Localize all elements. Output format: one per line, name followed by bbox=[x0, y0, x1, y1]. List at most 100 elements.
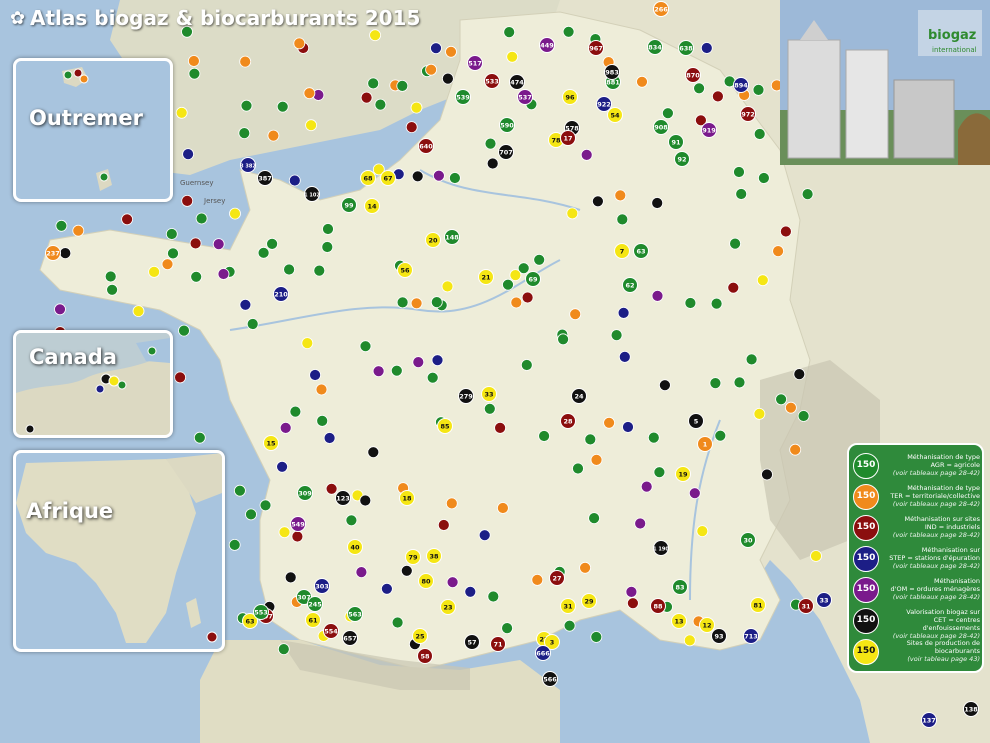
site-marker-bio[interactable]: 15 bbox=[263, 435, 279, 451]
inset-canada[interactable]: Canada bbox=[13, 330, 173, 438]
site-dot-ind[interactable] bbox=[521, 291, 534, 304]
site-dot-agr[interactable] bbox=[289, 405, 302, 418]
site-marker-cet[interactable]: 566 bbox=[542, 671, 558, 687]
site-dot-agr[interactable] bbox=[693, 82, 705, 95]
site-dot-agr[interactable] bbox=[283, 263, 296, 276]
site-dot-bio[interactable] bbox=[756, 274, 769, 287]
site-marker-step[interactable]: 922 bbox=[596, 96, 612, 112]
site-dot-agr[interactable] bbox=[277, 643, 290, 655]
site-marker-om[interactable]: 549 bbox=[290, 516, 306, 532]
site-marker-bio[interactable]: 38 bbox=[426, 548, 442, 564]
site-marker-bio[interactable]: 23 bbox=[440, 599, 456, 615]
site-marker-step[interactable]: 894 bbox=[733, 77, 749, 93]
site-marker-ind[interactable]: 31 bbox=[798, 598, 814, 614]
site-marker-agr[interactable]: 99 bbox=[341, 197, 357, 213]
site-dot-agr[interactable] bbox=[374, 98, 387, 111]
site-dot-step[interactable] bbox=[617, 306, 630, 319]
site-dot-agr[interactable] bbox=[752, 84, 765, 96]
site-marker-ind[interactable]: 533 bbox=[484, 73, 500, 89]
site-dot-ter[interactable] bbox=[510, 296, 523, 309]
site-marker-agr[interactable]: 309 bbox=[297, 485, 313, 501]
inset-afrique[interactable]: Afrique bbox=[13, 450, 225, 652]
site-dot-step[interactable] bbox=[239, 298, 252, 311]
site-marker-ter[interactable]: 266 bbox=[653, 1, 669, 17]
site-marker-ind[interactable]: 640 bbox=[418, 138, 434, 154]
site-marker-om[interactable]: 919 bbox=[701, 122, 717, 138]
site-marker-bio[interactable]: 61 bbox=[305, 612, 321, 628]
site-marker-bio[interactable]: 79 bbox=[405, 549, 421, 565]
site-dot-agr[interactable] bbox=[359, 340, 372, 353]
site-dot-om[interactable] bbox=[640, 480, 653, 493]
site-dot-om[interactable] bbox=[651, 289, 664, 302]
site-marker-agr[interactable]: 553 bbox=[253, 604, 269, 620]
site-dot-agr[interactable] bbox=[316, 414, 329, 427]
site-marker-step[interactable]: 3 382 bbox=[240, 157, 256, 173]
site-marker-bio[interactable]: 19 bbox=[675, 466, 691, 482]
site-dot-cet[interactable] bbox=[441, 72, 454, 85]
site-dot-bio[interactable] bbox=[301, 337, 314, 350]
site-dot-agr[interactable] bbox=[188, 67, 201, 80]
site-dot-agr[interactable] bbox=[710, 297, 723, 310]
site-marker-ter[interactable]: 1 bbox=[697, 436, 713, 452]
site-dot-agr[interactable] bbox=[106, 283, 118, 296]
site-dot-step[interactable] bbox=[618, 350, 631, 363]
site-dot-ter[interactable] bbox=[569, 308, 582, 321]
site-marker-bio[interactable]: 20 bbox=[425, 232, 441, 248]
site-dot-cet[interactable] bbox=[659, 379, 671, 392]
site-dot-agr[interactable] bbox=[662, 107, 674, 120]
site-dot-agr[interactable] bbox=[572, 462, 584, 475]
site-marker-step[interactable]: 713 bbox=[743, 628, 759, 644]
site-dot-om[interactable] bbox=[212, 238, 225, 251]
site-dot-bio[interactable] bbox=[148, 265, 161, 278]
site-marker-agr[interactable]: 148 bbox=[444, 229, 460, 245]
site-dot-agr[interactable] bbox=[345, 514, 358, 527]
site-marker-agr[interactable]: 590 bbox=[499, 117, 515, 133]
site-dot-ind[interactable] bbox=[712, 90, 724, 103]
site-marker-bio[interactable]: 67 bbox=[380, 170, 396, 186]
site-dot-agr[interactable] bbox=[588, 512, 600, 524]
site-dot-step[interactable] bbox=[380, 582, 393, 595]
site-dot-ter[interactable] bbox=[445, 497, 458, 510]
site-dot-ter[interactable] bbox=[187, 55, 200, 67]
site-marker-om[interactable]: 449 bbox=[539, 37, 555, 53]
site-dot-agr[interactable] bbox=[390, 364, 403, 377]
site-dot-agr[interactable] bbox=[584, 433, 597, 446]
site-dot-agr[interactable] bbox=[733, 166, 745, 178]
site-marker-cet[interactable]: 123 bbox=[335, 490, 351, 506]
site-dot-agr[interactable] bbox=[484, 137, 497, 150]
site-dot-ter[interactable] bbox=[425, 63, 438, 76]
site-dot-om[interactable] bbox=[688, 487, 701, 500]
site-marker-ind[interactable]: 17 bbox=[560, 130, 576, 146]
site-dot-cet[interactable] bbox=[761, 468, 773, 481]
site-dot-ind[interactable] bbox=[780, 225, 792, 238]
site-dot-step[interactable] bbox=[430, 42, 442, 55]
site-dot-agr[interactable] bbox=[533, 253, 546, 266]
site-marker-ind[interactable]: 28 bbox=[560, 413, 576, 429]
site-dot-step[interactable] bbox=[622, 421, 634, 433]
site-dot-agr[interactable] bbox=[745, 353, 758, 366]
site-dot-agr[interactable] bbox=[801, 188, 814, 201]
site-dot-cet[interactable] bbox=[400, 564, 413, 577]
site-dot-agr[interactable] bbox=[502, 278, 514, 291]
site-marker-bio[interactable]: 85 bbox=[437, 418, 453, 434]
site-marker-agr[interactable]: 69 bbox=[525, 271, 541, 287]
site-dot-agr[interactable] bbox=[104, 270, 117, 283]
site-marker-bio[interactable]: 54 bbox=[607, 107, 623, 123]
site-dot-ter[interactable] bbox=[267, 129, 280, 142]
site-dot-bio[interactable] bbox=[810, 550, 822, 562]
site-dot-agr[interactable] bbox=[367, 77, 380, 90]
site-dot-ter[interactable] bbox=[496, 502, 509, 514]
site-dot-agr[interactable] bbox=[396, 80, 409, 92]
site-dot-ter[interactable] bbox=[789, 443, 802, 456]
site-dot-ind[interactable] bbox=[121, 213, 133, 226]
site-dot-step[interactable] bbox=[478, 529, 491, 542]
site-dot-bio[interactable] bbox=[683, 634, 696, 647]
site-dot-bio[interactable] bbox=[229, 207, 241, 220]
site-dot-om[interactable] bbox=[432, 169, 445, 182]
site-marker-agr[interactable]: 539 bbox=[455, 89, 471, 105]
site-dot-om[interactable] bbox=[580, 148, 593, 161]
site-dot-agr[interactable] bbox=[276, 100, 289, 113]
site-dot-agr[interactable] bbox=[257, 246, 270, 259]
site-marker-bio[interactable]: 12 bbox=[699, 617, 715, 633]
site-dot-bio[interactable] bbox=[753, 407, 766, 420]
